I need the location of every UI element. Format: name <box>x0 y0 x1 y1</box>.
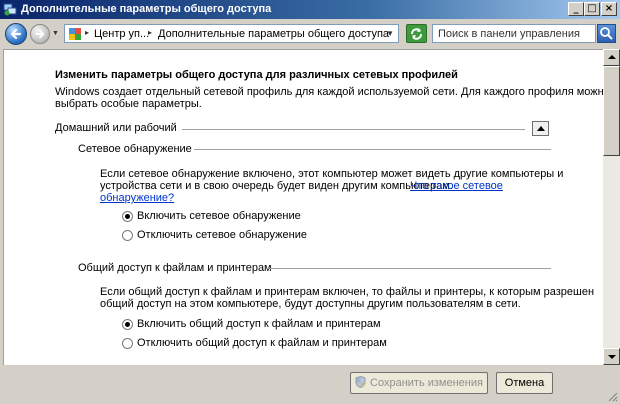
discovery-divider <box>194 149 551 150</box>
breadcrumb-control-center[interactable]: Центр уп... <box>94 28 149 40</box>
file-sharing-divider <box>267 268 551 269</box>
resize-grip-icon[interactable] <box>606 390 618 402</box>
save-changes-label: Сохранить изменения <box>370 377 483 389</box>
control-panel-icon <box>69 28 81 40</box>
discovery-description-line2: устройства сети и в свою очередь будет в… <box>100 180 453 192</box>
scroll-thumb[interactable] <box>603 66 620 156</box>
file-sharing-description-line1: Если общий доступ к файлам и принтерам в… <box>100 286 595 298</box>
content-pane: Изменить параметры общего доступа для ра… <box>3 49 603 365</box>
vertical-scrollbar[interactable] <box>603 49 620 365</box>
file-sharing-title: Общий доступ к файлам и принтерам <box>78 262 272 274</box>
arrow-right-icon <box>35 29 45 39</box>
collapse-profile-button[interactable] <box>532 121 549 136</box>
search-button[interactable] <box>597 24 616 43</box>
discovery-description-line1: Если сетевое обнаружение включено, этот … <box>100 168 564 180</box>
refresh-icon <box>411 28 422 40</box>
cancel-button[interactable]: Отмена <box>496 372 553 394</box>
discovery-on-radio[interactable] <box>122 211 133 222</box>
discovery-help-link[interactable]: Что такое сетевое <box>410 180 503 192</box>
title-bar: Дополнительные параметры общего доступа … <box>0 0 620 19</box>
footer-bar: Сохранить изменения Отмена <box>0 365 620 404</box>
address-toolbar: ▼ ▸ Центр уп... ▸ Дополнительные парамет… <box>0 19 620 49</box>
refresh-button[interactable] <box>406 24 427 43</box>
scroll-up-button[interactable] <box>603 49 620 66</box>
window-title: Дополнительные параметры общего доступа <box>21 3 272 15</box>
save-changes-button[interactable]: Сохранить изменения <box>350 372 488 394</box>
file-sharing-on-radio[interactable] <box>122 319 133 330</box>
back-button[interactable] <box>5 23 27 45</box>
breadcrumb-separator-icon[interactable]: ▸ <box>85 28 89 37</box>
discovery-off-radio[interactable] <box>122 230 133 241</box>
network-sharing-icon <box>3 3 17 16</box>
uac-shield-icon <box>355 376 366 388</box>
arrow-left-icon <box>10 28 22 40</box>
discovery-on-label[interactable]: Включить сетевое обнаружение <box>137 210 301 222</box>
breadcrumb-separator-icon[interactable]: ▸ <box>148 28 152 37</box>
close-button[interactable]: × <box>601 2 617 16</box>
discovery-title: Сетевое обнаружение <box>78 143 192 155</box>
page-heading: Изменить параметры общего доступа для ра… <box>55 69 458 81</box>
recent-pages-dropdown-icon[interactable]: ▼ <box>52 30 60 38</box>
intro-text-line2: выбрать особые параметры. <box>55 98 202 110</box>
search-icon <box>600 27 613 40</box>
search-input[interactable]: Поиск в панели управления <box>432 24 596 43</box>
profile-title: Домашний или рабочий <box>55 122 177 134</box>
search-placeholder: Поиск в панели управления <box>438 28 580 40</box>
intro-text-line1: Windows создает отдельный сетевой профил… <box>55 86 603 98</box>
address-dropdown-icon[interactable]: ▼ <box>386 29 394 38</box>
address-field[interactable]: ▸ Центр уп... ▸ Дополнительные параметры… <box>64 24 399 43</box>
discovery-help-link-cont[interactable]: обнаружение? <box>100 192 174 204</box>
file-sharing-off-label[interactable]: Отключить общий доступ к файлам и принте… <box>137 337 387 349</box>
forward-button[interactable] <box>30 24 50 44</box>
scroll-down-button[interactable] <box>603 348 620 365</box>
file-sharing-description-line2: общий доступ на этом компьютере, будут д… <box>100 298 521 310</box>
file-sharing-on-label[interactable]: Включить общий доступ к файлам и принтер… <box>137 318 381 330</box>
file-sharing-off-radio[interactable] <box>122 338 133 349</box>
breadcrumb-advanced-sharing[interactable]: Дополнительные параметры общего доступа <box>158 28 389 40</box>
profile-divider <box>182 129 525 130</box>
discovery-off-label[interactable]: Отключить сетевое обнаружение <box>137 229 307 241</box>
minimize-button[interactable]: _ <box>568 2 584 16</box>
maximize-button[interactable]: □ <box>584 2 600 16</box>
